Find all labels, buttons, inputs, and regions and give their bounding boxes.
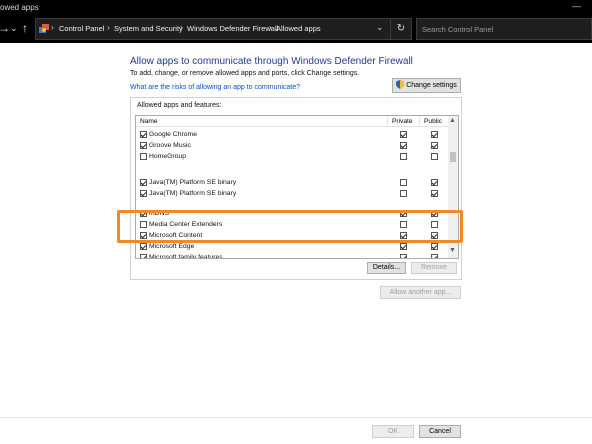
remove-button[interactable]: Remove bbox=[411, 262, 457, 274]
app-enabled-checkbox[interactable] bbox=[140, 190, 147, 197]
column-header-public[interactable]: Public bbox=[424, 118, 442, 125]
app-enabled-checkbox[interactable] bbox=[140, 243, 147, 250]
breadcrumb-separator-icon: › bbox=[51, 23, 54, 32]
app-enabled-checkbox[interactable] bbox=[140, 153, 147, 160]
window-title: owed apps bbox=[0, 3, 39, 12]
list-item[interactable]: Microsoft family features bbox=[136, 252, 448, 259]
private-checkbox[interactable] bbox=[400, 131, 407, 138]
list-item[interactable]: Java(TM) Platform SE binary bbox=[136, 177, 448, 188]
breadcrumb-separator-icon: › bbox=[269, 23, 272, 32]
app-enabled-checkbox[interactable] bbox=[140, 179, 147, 186]
allow-another-app-button[interactable]: Allow another app... bbox=[380, 286, 461, 299]
refresh-icon[interactable]: ↻ bbox=[390, 18, 412, 40]
public-checkbox[interactable] bbox=[431, 190, 438, 197]
app-name: Groove Music bbox=[149, 141, 191, 149]
private-checkbox[interactable] bbox=[400, 190, 407, 197]
page-title: Allow apps to communicate through Window… bbox=[130, 56, 413, 67]
public-checkbox[interactable] bbox=[431, 179, 438, 186]
breadcrumb-firewall[interactable]: Windows Defender Firewall bbox=[187, 24, 278, 33]
breadcrumb-separator-icon: › bbox=[180, 23, 183, 32]
public-checkbox[interactable] bbox=[431, 131, 438, 138]
scroll-down-icon[interactable]: ▼ bbox=[449, 247, 456, 254]
page-subtext: To add, change, or remove allowed apps a… bbox=[130, 70, 360, 77]
list-item[interactable]: Groove Music bbox=[136, 140, 448, 151]
column-header-private[interactable]: Private bbox=[392, 118, 413, 125]
public-checkbox[interactable] bbox=[431, 254, 438, 258]
app-name: HomeGroup bbox=[149, 152, 187, 160]
group-label: Allowed apps and features: bbox=[137, 102, 222, 109]
allowed-apps-group: Allowed apps and features: Name Private … bbox=[130, 97, 462, 280]
recent-dropdown-icon[interactable]: ⌄ bbox=[10, 21, 18, 35]
up-icon[interactable]: ↑ bbox=[22, 21, 28, 35]
app-name: Google Chrome bbox=[149, 130, 197, 138]
minimize-icon[interactable]: — bbox=[572, 1, 581, 11]
risks-link[interactable]: What are the risks of allowing an app to… bbox=[130, 84, 300, 91]
change-settings-label: Change settings bbox=[406, 82, 457, 89]
details-button[interactable]: Details... bbox=[367, 262, 406, 274]
app-name: Microsoft Edge bbox=[149, 242, 195, 250]
list-item[interactable]: Google Chrome bbox=[136, 129, 448, 140]
private-checkbox[interactable] bbox=[400, 179, 407, 186]
list-item[interactable]: Java(TM) Platform SE binary bbox=[136, 188, 448, 199]
public-checkbox[interactable] bbox=[431, 243, 438, 250]
app-name: Microsoft family features bbox=[149, 253, 223, 259]
shield-icon bbox=[396, 80, 405, 89]
public-checkbox[interactable] bbox=[431, 142, 438, 149]
private-checkbox[interactable] bbox=[400, 153, 407, 160]
cancel-button[interactable]: Cancel bbox=[419, 425, 461, 438]
title-bar: owed apps — bbox=[0, 0, 592, 15]
breadcrumb-allowed-apps[interactable]: Allowed apps bbox=[276, 24, 321, 33]
back-icon[interactable]: → bbox=[0, 21, 10, 35]
breadcrumb-control-panel[interactable]: Control Panel bbox=[59, 24, 104, 33]
app-enabled-checkbox[interactable] bbox=[140, 142, 147, 149]
app-enabled-checkbox[interactable] bbox=[140, 131, 147, 138]
private-checkbox[interactable] bbox=[400, 142, 407, 149]
list-header: Name Private Public bbox=[136, 116, 448, 127]
private-checkbox[interactable] bbox=[400, 254, 407, 258]
column-header-name[interactable]: Name bbox=[140, 118, 158, 125]
scroll-up-icon[interactable]: ▲ bbox=[449, 117, 456, 124]
public-checkbox[interactable] bbox=[431, 153, 438, 160]
app-name: Java(TM) Platform SE binary bbox=[149, 178, 237, 186]
breadcrumb-system-security[interactable]: System and Security bbox=[114, 24, 183, 33]
ok-button[interactable]: OK bbox=[372, 425, 414, 438]
control-panel-icon bbox=[39, 24, 49, 33]
highlight-box bbox=[117, 210, 463, 243]
search-input[interactable]: Search Control Panel bbox=[416, 18, 592, 40]
private-checkbox[interactable] bbox=[400, 243, 407, 250]
footer-divider bbox=[0, 417, 592, 418]
breadcrumb-separator-icon: › bbox=[107, 23, 110, 32]
chevron-down-icon[interactable]: ⌄ bbox=[376, 22, 384, 33]
app-name: Java(TM) Platform SE binary bbox=[149, 189, 237, 197]
change-settings-button[interactable]: Change settings bbox=[392, 78, 461, 93]
app-enabled-checkbox[interactable] bbox=[140, 254, 147, 258]
scroll-thumb[interactable] bbox=[450, 152, 456, 162]
address-bar[interactable]: › Control Panel › System and Security › … bbox=[35, 18, 391, 40]
list-item[interactable]: HomeGroup bbox=[136, 151, 448, 162]
main-content: Allow apps to communicate through Window… bbox=[0, 43, 592, 444]
